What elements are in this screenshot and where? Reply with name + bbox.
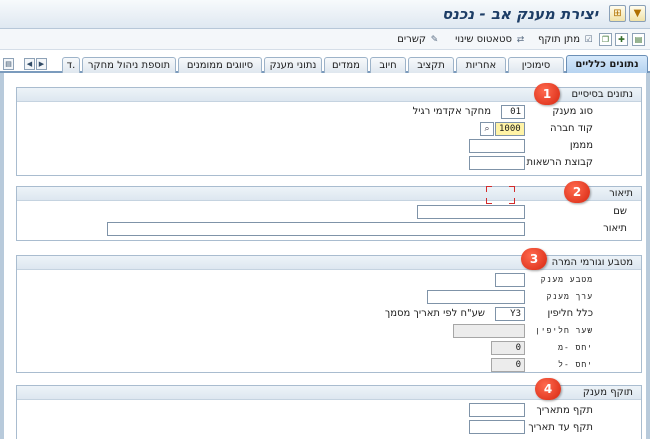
auth-group-field[interactable] <box>469 156 525 170</box>
tab-list-icon[interactable]: ▤ <box>3 58 14 70</box>
grant-value-label: ערך מענק <box>546 292 593 301</box>
callout-badge-2: 2 <box>564 181 590 203</box>
search-help-icon[interactable]: ⌕ <box>480 122 494 136</box>
sponsor-label: מממן <box>569 140 593 151</box>
status-change-button-label: סטאטוס שינוי <box>455 34 512 45</box>
check-list-icon: ☑ <box>584 34 593 45</box>
exchange-rule-description: שע"ח לפי תאריך מסמך <box>384 308 485 319</box>
group-description: תיאור שם תיאור <box>16 186 642 241</box>
description-field[interactable] <box>107 222 525 236</box>
relationships-icon: ✎ <box>430 34 439 45</box>
tab-grant-data[interactable]: נתוני מענק <box>264 57 322 73</box>
auth-group-label: קבוצת הרשאות <box>526 157 593 168</box>
page-title: יצירת מענק אב - נכנס <box>441 5 598 23</box>
valid-from-field[interactable] <box>469 403 525 417</box>
status-change-button[interactable]: ⇄ סטאטוס שינוי <box>455 32 526 47</box>
group-currency: מטבע וגורמי המרה מטבע מענק ערך מענק כלל … <box>16 255 642 373</box>
tab-dimensions[interactable]: ממדים <box>324 57 368 73</box>
grant-type-description: מחקר אקדמי רגיל <box>412 106 491 117</box>
tab-research-admin[interactable]: תוספת ניהול מחקר <box>82 57 176 73</box>
tab-sponsored-classes[interactable]: סיווגים ממומנים <box>178 57 262 73</box>
callout-badge-1: 1 <box>534 83 560 105</box>
name-label: שם <box>613 206 627 217</box>
callout-badge-4: 4 <box>535 378 561 400</box>
valid-from-label: תקף מתאריך <box>536 405 593 416</box>
grant-currency-label: מטבע מענק <box>540 275 593 284</box>
display-icon[interactable]: ▤ <box>632 33 645 46</box>
group-validity-title: תוקף מענק <box>582 387 633 398</box>
exchange-rule-label: כלל חליפין <box>547 308 594 319</box>
tab-strip: נתונים כלליים סימוכין אחריות תקציב חיוב … <box>0 55 650 73</box>
valid-to-field[interactable] <box>469 420 525 434</box>
status-change-icon: ⇄ <box>516 34 525 45</box>
sponsor-field[interactable] <box>469 139 525 153</box>
grant-currency-field[interactable] <box>495 273 525 287</box>
valid-to-label: תקף עד תאריך <box>528 422 593 433</box>
tab-scroll-left-icon[interactable]: ◀ <box>24 58 35 70</box>
grant-type-label: סוג מענק <box>552 106 593 117</box>
relationships-button-label: קשרים <box>397 34 426 45</box>
exchange-rate-label: שער חליפין <box>534 326 593 335</box>
validity-button-label: מתן תוקף <box>537 34 580 45</box>
exchange-rule-field[interactable]: Y3 <box>495 307 525 321</box>
callout-badge-3: 3 <box>521 248 547 270</box>
name-field[interactable] <box>417 205 525 219</box>
tab-references[interactable]: סימוכין <box>508 57 564 73</box>
tab-general-data[interactable]: נתונים כלליים <box>566 55 648 73</box>
company-code-label: קוד חברה <box>550 123 593 134</box>
grant-value-field[interactable] <box>427 290 525 304</box>
group-currency-title: מטבע וגורמי המרה <box>551 257 633 268</box>
ratio-to-field: 0 <box>491 358 525 372</box>
exchange-rate-field <box>453 324 525 338</box>
group-basic-title: נתונים בסיסיים <box>571 89 633 100</box>
ratio-from-field: 0 <box>491 341 525 355</box>
tab-responsibility[interactable]: אחריות <box>456 57 506 73</box>
tab-billing[interactable]: חיוב <box>370 57 406 73</box>
tab-budget[interactable]: תקציב <box>408 57 454 73</box>
grant-type-field[interactable]: 01 <box>501 105 525 119</box>
group-description-title: תיאור <box>609 188 633 199</box>
tab-scroll-right-icon[interactable]: ▶ <box>36 58 47 70</box>
copy-icon[interactable]: ❐ <box>599 33 612 46</box>
focus-frame <box>486 186 515 204</box>
tab-more[interactable]: ד. <box>62 57 80 73</box>
title-bar: ▼ ⊞ יצירת מענק אב - נכנס <box>0 0 650 29</box>
application-toolbar: ▤ ✚ ❐ ☑ מתן תוקף ⇄ סטאטוס שינוי ✎ קשרים <box>0 29 650 50</box>
relationships-button[interactable]: ✎ קשרים <box>397 32 440 47</box>
create-icon[interactable]: ✚ <box>615 33 628 46</box>
company-code-field[interactable]: 1000 <box>495 122 525 136</box>
ratio-to-label: יחס -ל <box>558 360 593 369</box>
window-icon[interactable]: ⊞ <box>609 5 626 22</box>
description-label: תיאור <box>603 223 627 234</box>
validity-button[interactable]: ☑ מתן תוקף <box>538 32 594 47</box>
ratio-from-label: יחס -מ <box>558 343 593 352</box>
menu-icon[interactable]: ▼ <box>629 5 646 22</box>
